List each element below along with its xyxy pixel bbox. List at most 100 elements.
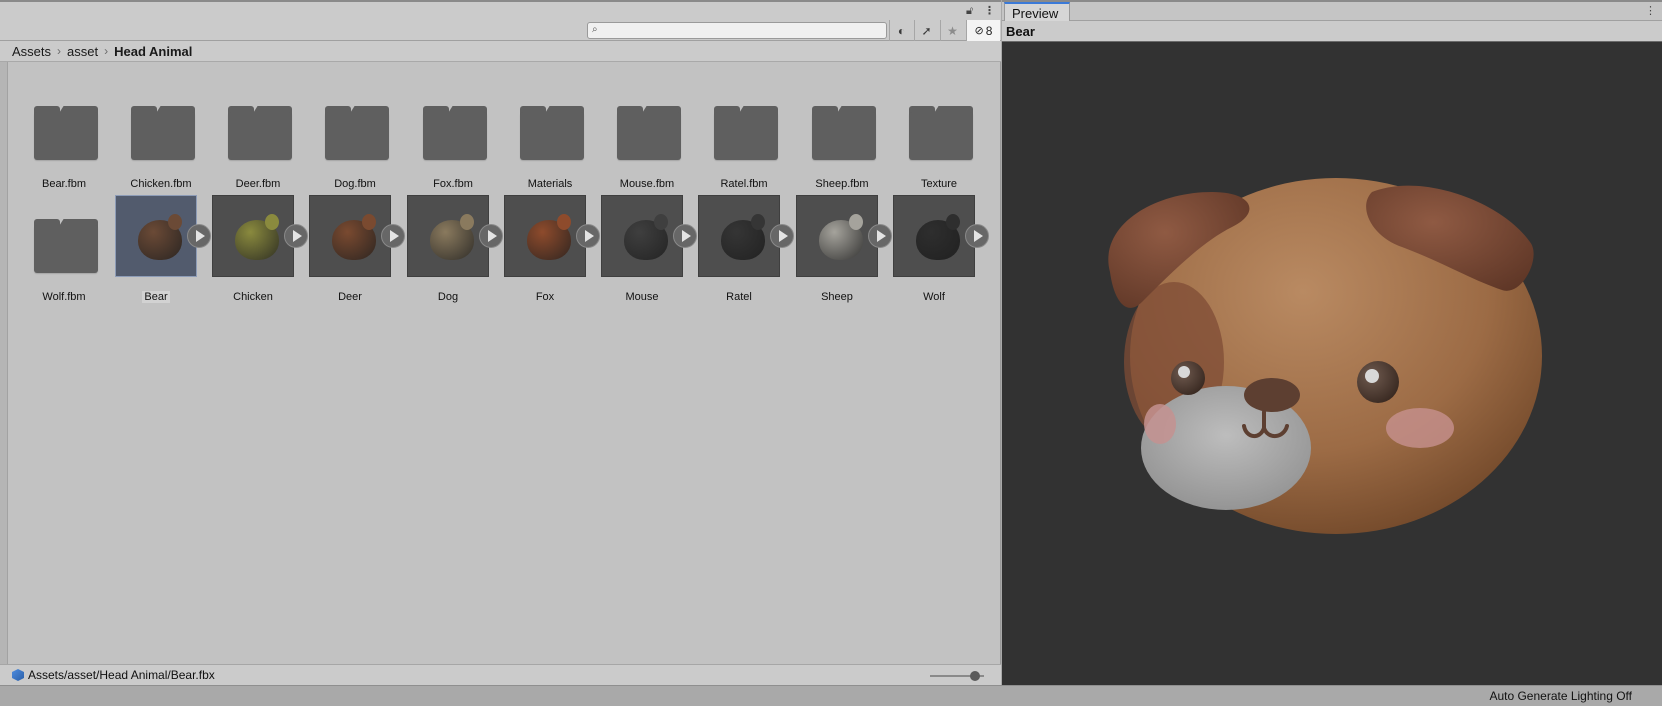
search-box[interactable]: ⌕ (587, 22, 887, 39)
model-asset-item[interactable]: Deer (295, 195, 405, 305)
folder-icon (617, 106, 681, 160)
animal-ear-render (654, 214, 668, 230)
breadcrumb-item-asset[interactable]: asset (67, 44, 98, 59)
eye-slash-icon: ⊘ (974, 25, 984, 37)
lighting-status[interactable]: Auto Generate Lighting Off (1489, 689, 1632, 703)
folder-item[interactable]: Wolf.fbm (18, 195, 110, 305)
model-asset-item[interactable]: Chicken (198, 195, 308, 305)
breadcrumb: Assets › asset › Head Animal (0, 41, 1001, 62)
favorite-button[interactable]: ★ (940, 20, 964, 41)
folder-label: Sheep.fbm (815, 178, 869, 190)
model-asset-item[interactable]: Bear (101, 195, 211, 305)
model-label-text: Fox (535, 291, 555, 303)
model-label: Wolf (893, 291, 975, 303)
model-label: Dog (407, 291, 489, 303)
folder-item[interactable]: Bear.fbm (18, 82, 110, 192)
model-asset-item[interactable]: Wolf (879, 195, 989, 305)
folder-label: Dog.fbm (334, 178, 376, 190)
model-label: Bear (115, 291, 197, 303)
model-asset-item[interactable]: Mouse (587, 195, 697, 305)
model-thumbnail (601, 195, 683, 277)
more-options-icon[interactable]: ⋮ (1645, 4, 1656, 17)
expand-asset-button[interactable] (965, 224, 989, 248)
model-label-text: Dog (437, 291, 459, 303)
model-thumbnail (504, 195, 586, 277)
model-thumbnail (212, 195, 294, 277)
folder-item[interactable]: Mouse.fbm (601, 82, 693, 192)
label-icon: ➚ (921, 23, 932, 38)
star-icon: ★ (947, 23, 958, 38)
model-label: Deer (309, 291, 391, 303)
model-file-icon (12, 669, 24, 681)
animal-ear-render (265, 214, 279, 230)
filter-by-type-button[interactable]: ◐ (889, 20, 913, 41)
model-label-text: Chicken (233, 291, 273, 303)
hidden-packages-toggle[interactable]: ⊘ 8 (966, 20, 1000, 41)
filter-by-label-button[interactable]: ➚ (914, 20, 938, 41)
model-asset-item[interactable]: Sheep (782, 195, 892, 305)
project-window-header: 🔓︎ ⋮ (0, 0, 1001, 20)
search-input[interactable] (604, 23, 884, 38)
folder-label: Chicken.fbm (130, 178, 192, 190)
folder-icon (520, 106, 584, 160)
model-thumbnail (698, 195, 780, 277)
folder-item[interactable]: Deer.fbm (212, 82, 304, 192)
model-label-text: Wolf (923, 291, 945, 303)
model-label: Mouse (601, 291, 683, 303)
folder-icon (34, 106, 98, 160)
animal-ear-render (557, 214, 571, 230)
folder-item[interactable]: Dog.fbm (309, 82, 401, 192)
chevron-right-icon: › (57, 44, 62, 58)
bear-head-model (1108, 178, 1542, 534)
more-options-icon[interactable]: ⋮ (984, 5, 995, 17)
model-label-text: Ratel (726, 291, 752, 303)
folder-item[interactable]: Ratel.fbm (698, 82, 790, 192)
model-label-text: Deer (338, 291, 362, 303)
animal-ear-render (168, 214, 182, 230)
breadcrumb-item-assets[interactable]: Assets (12, 44, 51, 59)
right-eye (1357, 361, 1399, 403)
folder-item[interactable]: Sheep.fbm (796, 82, 888, 192)
project-window: 🔓︎ ⋮ ⌕ ◐ ➚ ★ ⊘ 8 Assets › asset › Head A… (0, 0, 1001, 685)
search-icon: ⌕ (592, 24, 598, 35)
asset-grid: Bear.fbm Chicken.fbm Deer.fbm Dog.fbm Fo… (8, 62, 1000, 664)
folder-label: Fox.fbm (433, 178, 473, 190)
model-asset-item[interactable]: Fox (490, 195, 600, 305)
folder-label: Mouse.fbm (619, 178, 675, 190)
slider-handle[interactable] (970, 671, 980, 681)
folder-item[interactable]: Texture (893, 82, 985, 192)
folder-item[interactable]: Materials (504, 82, 596, 192)
preview-tab-bar: Preview ⋮ (1002, 0, 1662, 22)
folder-icon (909, 106, 973, 160)
nose (1244, 378, 1300, 412)
hidden-packages-count: 8 (985, 23, 993, 38)
folder-label: Materials (527, 178, 573, 190)
model-asset-item[interactable]: Ratel (684, 195, 794, 305)
model-asset-item[interactable]: Dog (393, 195, 503, 305)
folder-item[interactable]: Chicken.fbm (115, 82, 207, 192)
lock-icon[interactable]: 🔓︎ (966, 5, 973, 17)
model-label-text: Bear (142, 291, 170, 303)
breadcrumb-item-head-animal[interactable]: Head Animal (114, 44, 192, 59)
status-bar: Assets/asset/Head Animal/Bear.fbx (0, 664, 1001, 685)
model-label: Fox (504, 291, 586, 303)
model-thumbnail (796, 195, 878, 277)
left-eye (1171, 361, 1205, 395)
folder-tree-collapsed-edge[interactable] (0, 62, 8, 664)
model-label: Sheep (796, 291, 878, 303)
folder-item[interactable]: Fox.fbm (407, 82, 499, 192)
tab-preview[interactable]: Preview (1004, 2, 1070, 22)
model-label-text: Mouse (625, 291, 659, 303)
preview-asset-name: Bear (1002, 21, 1662, 42)
folder-icon (714, 106, 778, 160)
model-label: Ratel (698, 291, 780, 303)
folder-icon (325, 106, 389, 160)
model-preview-viewport[interactable] (1002, 42, 1662, 685)
selected-asset-path: Assets/asset/Head Animal/Bear.fbx (28, 668, 215, 682)
model-label-text: Sheep (821, 291, 853, 303)
folder-icon (228, 106, 292, 160)
animal-ear-render (362, 214, 376, 230)
folder-label: Deer.fbm (235, 178, 281, 190)
preview-window: Preview ⋮ Bear (1002, 0, 1662, 685)
folder-icon (34, 219, 98, 273)
